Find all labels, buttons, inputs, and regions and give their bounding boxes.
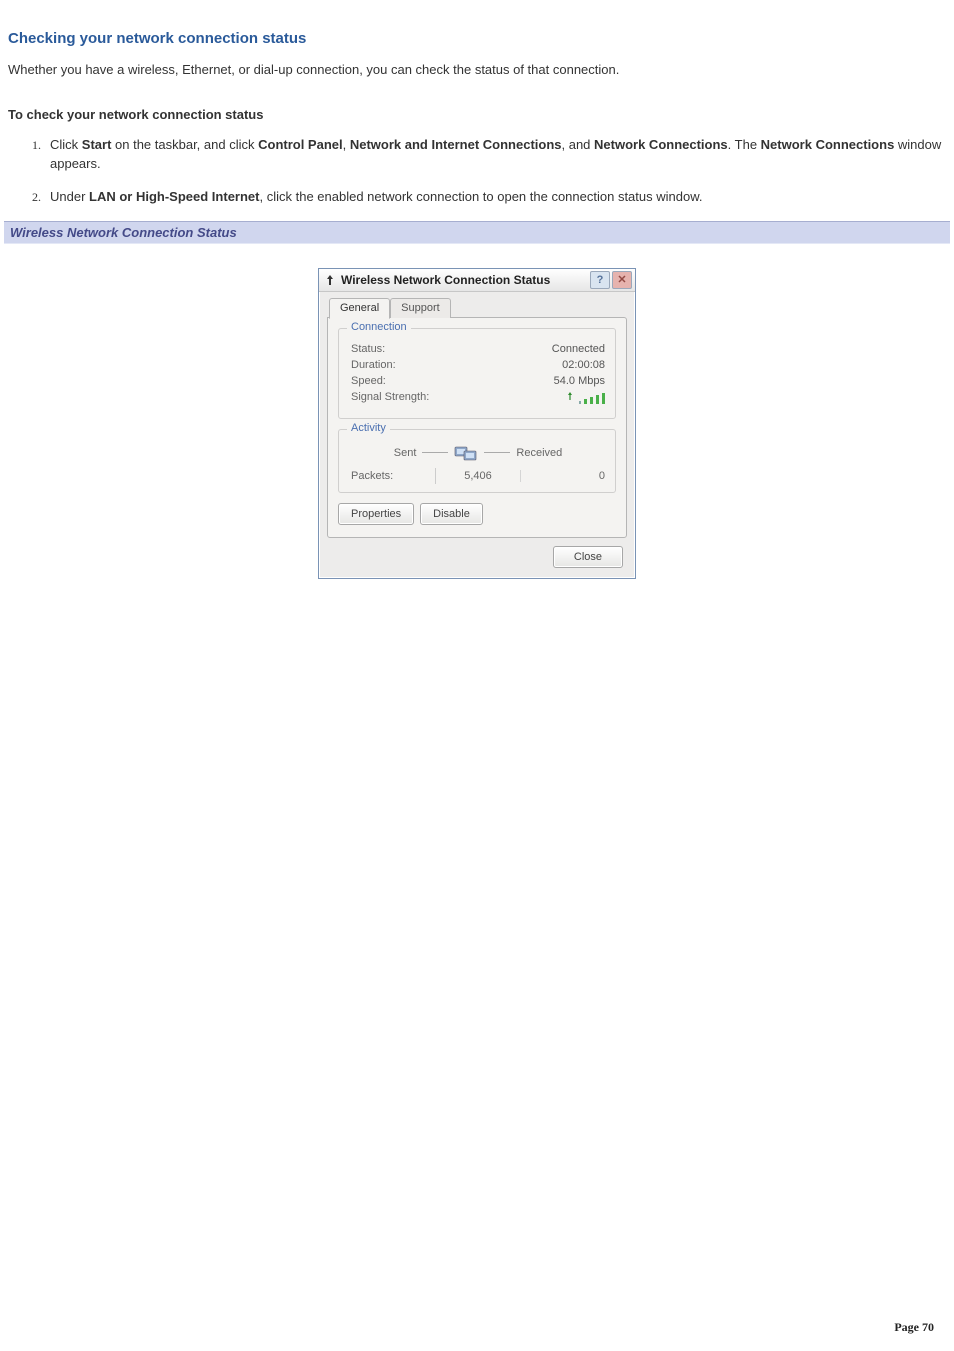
signal-bar-3: [596, 395, 599, 404]
tabs: General Support: [327, 298, 627, 318]
speed-label: Speed:: [351, 375, 386, 387]
control-panel-bold: Control Panel: [258, 137, 343, 152]
tab-panel-general: Connection Status: Connected Duration: 0…: [327, 317, 627, 538]
titlebar: Wireless Network Connection Status ? ✕: [319, 269, 635, 292]
received-label: Received: [516, 447, 562, 459]
text: on the taskbar, and click: [111, 137, 258, 152]
network-monitors-icon: [454, 442, 478, 464]
dialog-body: General Support Connection Status: Conne…: [319, 292, 635, 578]
properties-button[interactable]: Properties: [338, 503, 414, 525]
help-button[interactable]: ?: [590, 271, 610, 289]
signal-bar-4: [602, 393, 605, 404]
tab-support[interactable]: Support: [390, 298, 451, 318]
text: , click the enabled network connection t…: [259, 189, 702, 204]
signal-antenna-icon: [565, 391, 575, 404]
duration-value: 02:00:08: [562, 359, 605, 371]
close-x-button[interactable]: ✕: [612, 271, 632, 289]
text: . The: [728, 137, 761, 152]
network-connections-bold: Network Connections: [594, 137, 728, 152]
text: ,: [343, 137, 350, 152]
step-2: Under LAN or High-Speed Internet, click …: [44, 188, 946, 207]
sent-label: Sent: [394, 447, 417, 459]
status-label: Status:: [351, 343, 385, 355]
network-connections-window-bold: Network Connections: [761, 137, 895, 152]
figure-title: Wireless Network Connection Status: [4, 221, 950, 244]
duration-label: Duration:: [351, 359, 396, 371]
page-number: Page 70: [894, 1320, 934, 1335]
text: Under: [50, 189, 89, 204]
section-subheading: To check your network connection status: [8, 107, 946, 122]
signal-bar-2: [590, 397, 593, 404]
intro-paragraph: Whether you have a wireless, Ethernet, o…: [8, 61, 946, 79]
close-button[interactable]: Close: [553, 546, 623, 568]
activity-group-title: Activity: [347, 422, 390, 434]
signal-bar-1: [584, 399, 587, 404]
packets-label: Packets:: [351, 470, 435, 482]
packets-sent-value: 5,406: [435, 468, 520, 484]
network-internet-bold: Network and Internet Connections: [350, 137, 562, 152]
signal-bar-0: [579, 401, 581, 404]
text: , and: [562, 137, 595, 152]
text: Click: [50, 137, 82, 152]
signal-label: Signal Strength:: [351, 391, 429, 404]
step-1: Click Start on the taskbar, and click Co…: [44, 136, 946, 174]
speed-value: 54.0 Mbps: [554, 375, 605, 387]
start-bold: Start: [82, 137, 112, 152]
connection-group-title: Connection: [347, 321, 411, 333]
connection-status-dialog: Wireless Network Connection Status ? ✕ G…: [318, 268, 636, 579]
tab-general[interactable]: General: [329, 298, 390, 319]
steps-list: Click Start on the taskbar, and click Co…: [8, 136, 946, 207]
page-heading: Checking your network connection status: [8, 30, 946, 47]
antenna-icon: [323, 274, 337, 286]
connection-group: Connection Status: Connected Duration: 0…: [338, 328, 616, 419]
dialog-title: Wireless Network Connection Status: [337, 273, 590, 287]
signal-strength-icon: [565, 391, 605, 404]
figure-wrap: Wireless Network Connection Status ? ✕ G…: [8, 268, 946, 579]
activity-group: Activity Sent: [338, 429, 616, 493]
line-icon: [422, 452, 448, 453]
disable-button[interactable]: Disable: [420, 503, 483, 525]
line-icon: [484, 452, 510, 453]
status-value: Connected: [552, 343, 605, 355]
lan-bold: LAN or High-Speed Internet: [89, 189, 259, 204]
packets-received-value: 0: [521, 470, 605, 482]
